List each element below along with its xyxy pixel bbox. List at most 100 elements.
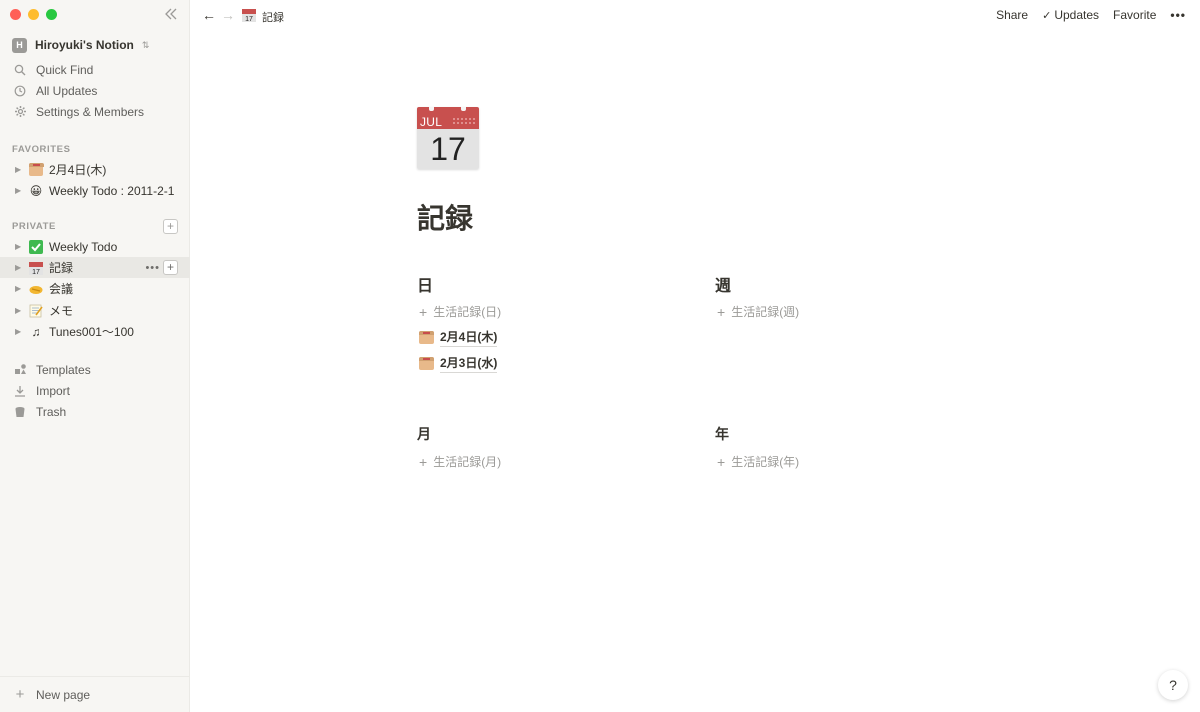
new-yearly-record-button[interactable]: + 生活記録(年) xyxy=(717,453,799,470)
expand-triangle-icon[interactable]: ▶ xyxy=(15,263,21,272)
trash-label: Trash xyxy=(36,404,67,419)
new-entry-label: 生活記録(週) xyxy=(731,305,800,319)
quick-find-label: Quick Find xyxy=(36,62,94,77)
plus-icon: + xyxy=(419,453,428,470)
sidebar-item-label: 2月4日(木) xyxy=(49,163,107,177)
check-icon: ✓ xyxy=(1042,10,1052,22)
box-emoji-icon xyxy=(419,357,434,370)
zoom-window-button[interactable] xyxy=(46,9,57,20)
import-button[interactable]: Import xyxy=(0,380,190,401)
section-heading-week: 週 xyxy=(715,278,732,295)
more-options-button[interactable]: ••• xyxy=(1170,8,1186,22)
close-window-button[interactable] xyxy=(10,9,21,20)
calendar-day: 17 xyxy=(417,129,479,169)
page-title[interactable]: 記録 xyxy=(417,197,473,237)
new-entry-label: 生活記録(月) xyxy=(433,455,502,469)
trash-icon xyxy=(13,405,27,419)
breadcrumb-label: 記録 xyxy=(262,11,284,24)
new-entry-label: 生活記録(日) xyxy=(433,305,502,319)
expand-triangle-icon[interactable]: ▶ xyxy=(15,306,21,315)
settings-members-label: Settings & Members xyxy=(36,104,145,119)
add-private-page-button[interactable]: + xyxy=(163,219,178,234)
breadcrumb[interactable]: 17 記録 xyxy=(242,8,284,25)
sidebar-item-weekly-todo[interactable]: ▶ Weekly Todo xyxy=(0,236,190,257)
minimize-window-button[interactable] xyxy=(28,9,39,20)
sidebar-item-memo[interactable]: ▶ メモ xyxy=(0,300,190,321)
grinning-face-icon: 😀 xyxy=(29,183,43,198)
linked-page-label: 2月4日(木) xyxy=(440,328,498,347)
quick-find-button[interactable]: Quick Find xyxy=(0,59,190,80)
calendar-icon: 17 xyxy=(242,8,256,25)
sidebar-item-tunes[interactable]: ▶ ♫ Tunes001〜100 xyxy=(0,321,190,342)
expand-triangle-icon[interactable]: ▶ xyxy=(15,186,21,195)
sidebar-item-favorite-feb4[interactable]: ▶ 2月4日(木) xyxy=(0,159,190,180)
calendar-icon: 17 xyxy=(29,261,43,275)
new-page-button[interactable]: + New page xyxy=(0,676,190,712)
settings-members-button[interactable]: Settings & Members xyxy=(0,101,190,122)
favorite-button[interactable]: Favorite xyxy=(1113,8,1156,22)
all-updates-button[interactable]: All Updates xyxy=(0,80,190,101)
back-arrow-icon[interactable]: ← xyxy=(202,7,216,23)
clock-icon xyxy=(13,84,27,98)
forward-arrow-icon[interactable]: → xyxy=(221,7,235,23)
sidebar-item-label: 記録 xyxy=(49,261,74,275)
help-button[interactable]: ? xyxy=(1158,670,1188,700)
trash-button[interactable]: Trash xyxy=(0,401,190,422)
memo-icon xyxy=(29,304,43,318)
section-heading-day: 日 xyxy=(417,278,434,295)
new-daily-record-button[interactable]: + 生活記録(日) xyxy=(419,303,501,320)
new-entry-label: 生活記録(年) xyxy=(731,455,800,469)
sidebar-item-label: Weekly Todo xyxy=(49,239,118,254)
sidebar: H Hiroyuki's Notion ⇅ Quick Find All Upd… xyxy=(0,0,190,712)
section-heading-year: 年 xyxy=(715,426,729,442)
svg-text:17: 17 xyxy=(245,16,253,22)
check-mark-icon xyxy=(29,239,43,254)
templates-button[interactable]: Templates xyxy=(0,359,190,380)
import-label: Import xyxy=(36,383,71,398)
window-controls xyxy=(10,9,57,20)
workspace-avatar: H xyxy=(12,37,27,53)
svg-text:17: 17 xyxy=(32,269,40,275)
all-updates-label: All Updates xyxy=(36,83,98,98)
new-page-label: New page xyxy=(36,687,91,702)
expand-triangle-icon[interactable]: ▶ xyxy=(15,242,21,251)
sidebar-item-label: メモ xyxy=(49,304,74,318)
workspace-name: Hiroyuki's Notion xyxy=(35,38,134,52)
share-button[interactable]: Share xyxy=(996,8,1028,22)
sidebar-item-label: Weekly Todo : 2011-2-1 xyxy=(49,183,175,198)
box-emoji-icon xyxy=(419,331,434,344)
topbar: ← → 17 記録 Share ✓ Updates Favorite ••• xyxy=(190,0,1200,30)
updates-label: Updates xyxy=(1054,8,1100,22)
chevron-up-down-icon: ⇅ xyxy=(141,39,150,50)
sidebar-item-label: Tunes001〜100 xyxy=(49,325,134,339)
handshake-icon xyxy=(29,282,43,296)
new-monthly-record-button[interactable]: + 生活記録(月) xyxy=(419,453,501,470)
add-subpage-button[interactable]: + xyxy=(163,260,178,275)
more-options-icon[interactable]: ••• xyxy=(145,262,160,274)
expand-triangle-icon[interactable]: ▶ xyxy=(15,284,21,293)
plus-icon: + xyxy=(717,453,726,470)
sidebar-item-kaigi[interactable]: ▶ 会議 xyxy=(0,278,190,299)
workspace-switcher[interactable]: H Hiroyuki's Notion ⇅ xyxy=(12,36,149,54)
calendar-month: JUL xyxy=(420,115,443,129)
import-icon xyxy=(13,384,27,398)
linked-page-feb3[interactable]: 2月3日(水) xyxy=(419,354,498,373)
sidebar-item-favorite-weekly-todo[interactable]: ▶ 😀 Weekly Todo : 2011-2-1 xyxy=(0,180,190,201)
expand-triangle-icon[interactable]: ▶ xyxy=(15,327,21,336)
favorites-section-label: FAVORITES xyxy=(12,144,71,155)
page-icon-calendar[interactable]: JUL 17 xyxy=(417,107,479,169)
search-icon xyxy=(13,63,27,77)
linked-page-label: 2月3日(水) xyxy=(440,354,498,373)
private-section-label: PRIVATE xyxy=(12,221,56,232)
gear-icon xyxy=(13,105,27,119)
expand-triangle-icon[interactable]: ▶ xyxy=(15,165,21,174)
linked-page-feb4[interactable]: 2月4日(木) xyxy=(419,328,498,347)
sidebar-item-label: 会議 xyxy=(49,282,74,296)
updates-button[interactable]: ✓ Updates xyxy=(1042,8,1099,22)
new-weekly-record-button[interactable]: + 生活記録(週) xyxy=(717,303,799,320)
box-emoji-icon xyxy=(29,163,44,177)
calendar-header: JUL xyxy=(417,107,479,129)
plus-icon: + xyxy=(419,303,428,320)
collapse-sidebar-icon[interactable] xyxy=(163,6,179,22)
sidebar-item-kiroku[interactable]: ▶ 17 記録 ••• + xyxy=(0,257,190,278)
